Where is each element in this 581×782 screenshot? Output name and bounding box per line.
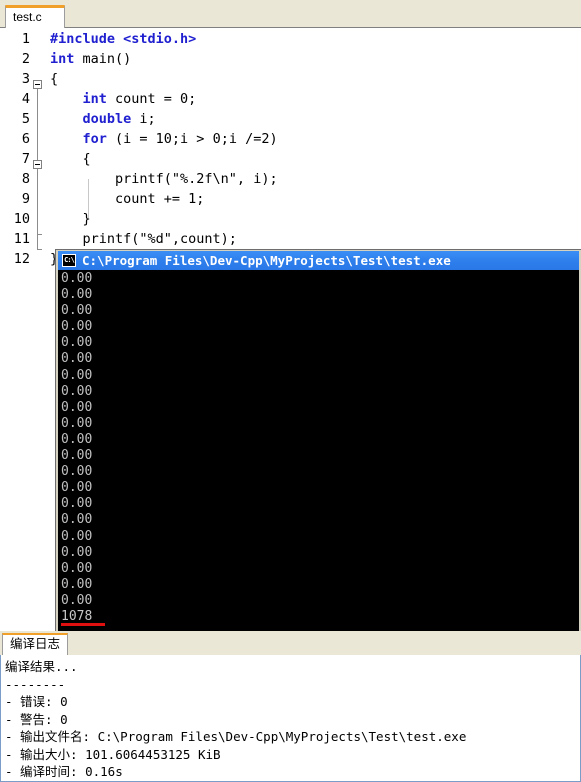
compile-log-content[interactable]: 编译结果... -------- - 错误: 0 - 警告: 0 - 输出文件名: C:…: [0, 655, 581, 782]
line-number: 9: [21, 191, 30, 207]
code-text: int main(): [50, 51, 132, 67]
console-output-area[interactable]: 0.00 0.00 0.00 0.00 0.00 0.00 0.00 0.00 0.00 0.00…: [59, 271, 578, 679]
console-output-value: 0.00: [61, 560, 93, 576]
result-highlight-underline: [61, 623, 105, 626]
console-app-icon: C:\: [62, 254, 76, 267]
code-line: 3{: [0, 69, 581, 89]
code-line: 2 int main(): [0, 49, 581, 69]
line-number: 8: [21, 171, 30, 187]
console-output-lines: 0.00 0.00 0.00 0.00 0.00 0.00 0.00 0.00 0.00 0.00…: [61, 271, 578, 673]
console-title-text: C:\Program Files\Dev-Cpp\MyProjects\Test…: [82, 253, 451, 268]
line-number: 11: [13, 231, 30, 247]
code-text: count += 1;: [50, 191, 205, 207]
console-output-value: 0.00: [61, 480, 93, 496]
code-line: 6 for (i = 10;i > 0;i /=2): [0, 129, 581, 149]
compile-log-panel: 编译日志 编译结果... -------- - 错误: 0 - 警告: 0 - 输出文件…: [0, 631, 581, 782]
line-number: 7: [21, 151, 30, 167]
compile-log-line: --------: [5, 676, 66, 692]
code-text: printf("%d",count);: [50, 231, 237, 247]
line-number: 12: [13, 251, 30, 267]
console-output-value: 0.00: [61, 383, 93, 399]
line-number: 5: [21, 111, 30, 127]
console-output-value: 0.00: [61, 576, 93, 592]
console-output-value: 0.00: [61, 431, 93, 447]
console-output-value: 0.00: [61, 319, 93, 335]
console-title-bar[interactable]: C:\ C:\Program Files\Dev-Cpp\MyProjects\…: [58, 251, 579, 270]
code-text: }: [50, 211, 91, 227]
code-line: 7 {: [0, 149, 581, 169]
console-output-value: 0.00: [61, 287, 93, 303]
editor-tab-bar: test.c: [0, 0, 581, 28]
code-text: #include <stdio.h>: [50, 31, 197, 47]
code-line-list: 1 #include <stdio.h> 2 int main() 3{4 int co…: [0, 29, 581, 269]
tab-test-c[interactable]: test.c: [5, 5, 65, 28]
code-text: {: [50, 71, 59, 87]
code-line: 4 int count = 0;: [0, 89, 581, 109]
compile-log-line: 编译结果...: [5, 659, 78, 674]
compile-log-line: - 警告: 0: [5, 711, 68, 727]
code-text: for (i = 10;i > 0;i /=2): [82, 131, 278, 147]
console-output-value: 0.00: [61, 496, 93, 512]
line-number: 4: [21, 91, 30, 107]
code-line: 9 count += 1;: [0, 189, 581, 209]
console-output-value: 0.00: [61, 512, 93, 528]
code-line: 10 }: [0, 209, 581, 229]
compile-log-line: - 输出大小: 101.6064453125 KiB: [5, 746, 221, 762]
console-output-value: 0.00: [61, 303, 93, 319]
log-tab-label: 编译日志: [9, 637, 60, 651]
console-output-value: 0.00: [61, 335, 93, 351]
console-output-value: 0.00: [61, 464, 93, 480]
console-output-value: 0.00: [61, 415, 93, 431]
line-number: 10: [13, 211, 30, 227]
tab-compile-log[interactable]: 编译日志: [2, 633, 68, 655]
compile-log-line: - 编译时间: 0.16s: [5, 764, 123, 779]
compile-log-line: - 错误: 0: [5, 694, 68, 709]
line-number: 3: [21, 71, 30, 87]
line-number: 1: [21, 31, 30, 47]
console-output-value: 0.00: [61, 592, 93, 608]
code-text: double i;: [82, 111, 156, 127]
log-tab-bar: 编译日志: [0, 631, 581, 655]
code-text: printf("%.2f\n", i);: [50, 171, 278, 187]
line-number: 6: [21, 131, 30, 147]
code-line: 8 printf("%.2f\n", i);: [0, 169, 581, 189]
console-output-value: 0.00: [61, 351, 93, 367]
console-output-value: 0.00: [61, 399, 93, 415]
line-number: 2: [21, 51, 30, 67]
console-output-value: 0.00: [61, 271, 93, 286]
console-output-value: 0.00: [61, 448, 93, 464]
console-window[interactable]: C:\ C:\Program Files\Dev-Cpp\MyProjects\…: [56, 250, 581, 682]
console-output-value: 0.00: [61, 544, 93, 560]
compile-log-line: - 输出文件名: C:\Program Files\Dev-Cpp\MyProj…: [5, 729, 467, 744]
console-output-value: 0.00: [61, 367, 93, 383]
code-text: int count = 0;: [82, 91, 197, 107]
code-text: {: [50, 151, 91, 167]
code-line: 1 #include <stdio.h>: [0, 29, 581, 49]
compile-log-lines: 编译结果... -------- - 错误: 0 - 警告: 0 - 输出文件名: C:…: [5, 658, 580, 781]
tab-label: test.c: [13, 10, 42, 24]
code-line: 5 double i;: [0, 109, 581, 129]
code-line: 11 printf("%d",count);: [0, 229, 581, 249]
console-output-value: 0.00: [61, 528, 93, 544]
console-count-result: 1078: [61, 608, 93, 624]
